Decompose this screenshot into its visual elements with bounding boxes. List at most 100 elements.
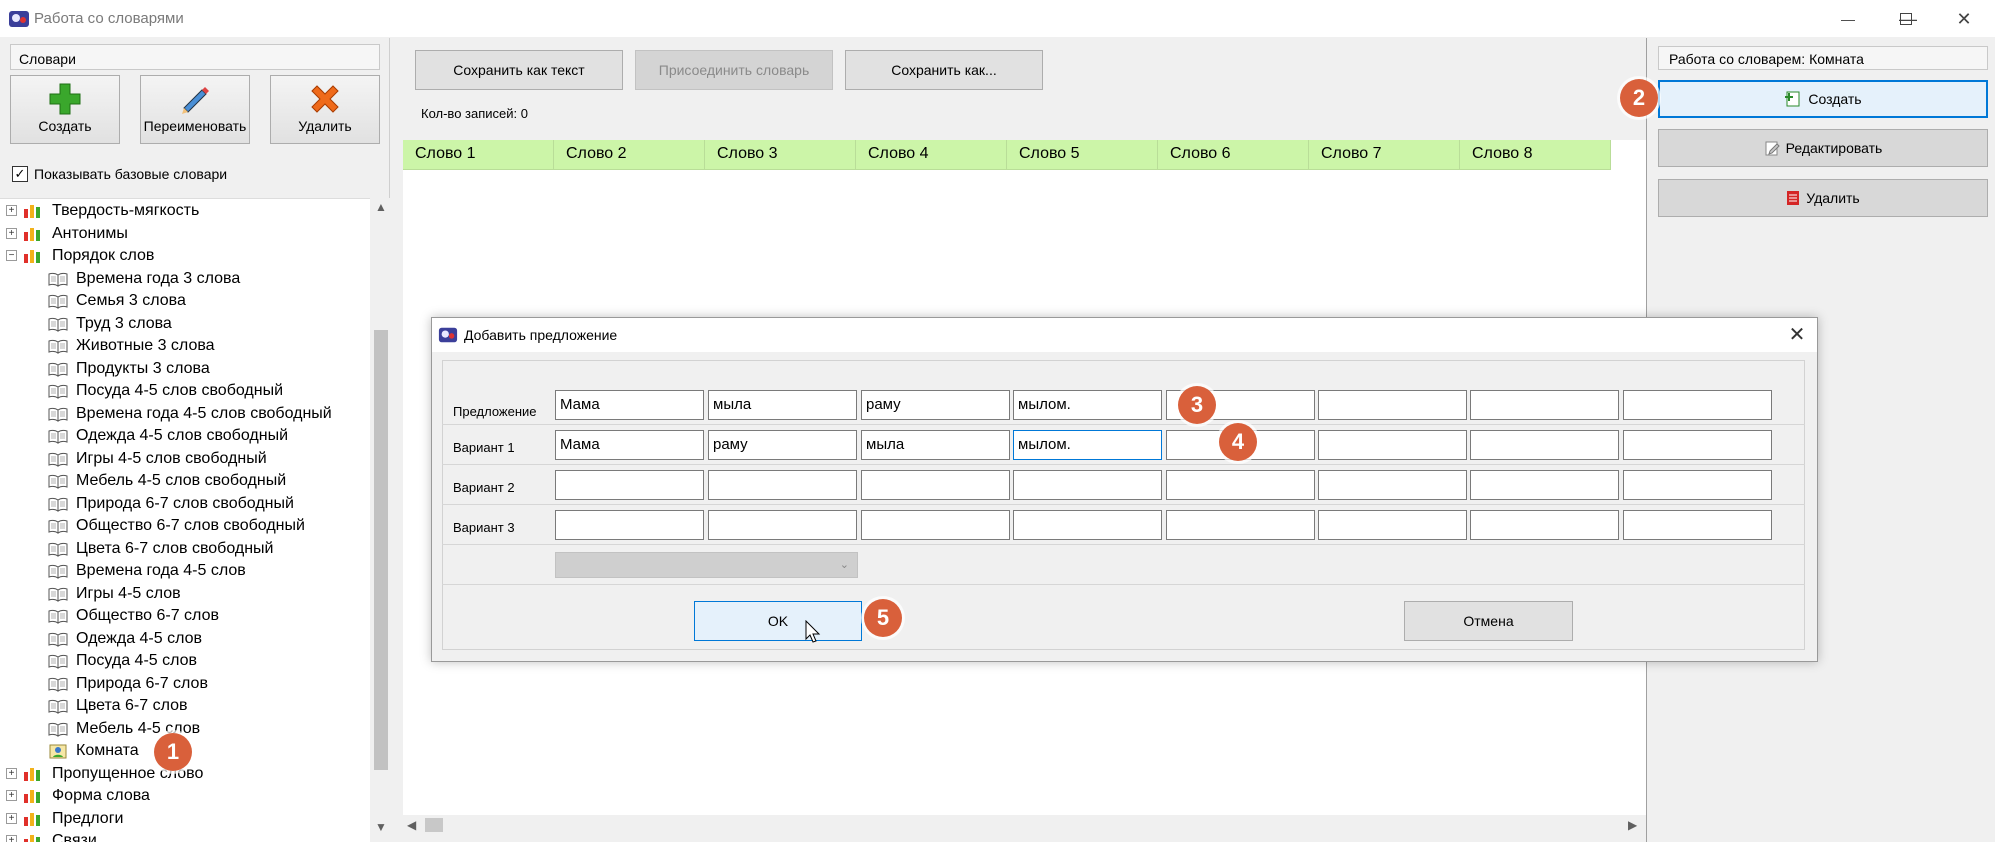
book-icon: [48, 294, 68, 309]
word-input[interactable]: [1470, 510, 1619, 540]
create-sentence-button[interactable]: Создать: [1658, 80, 1988, 118]
book-icon: [48, 632, 68, 647]
word-input[interactable]: [1318, 470, 1467, 500]
column-header[interactable]: Слово 7: [1309, 140, 1460, 170]
rename-dictionary-label: Переименовать: [143, 118, 247, 134]
create-dictionary-button[interactable]: Создать: [10, 75, 120, 144]
tree-scrollbar[interactable]: ▲ ▼: [370, 198, 390, 842]
attach-dictionary-button[interactable]: Присоединить словарь: [635, 50, 833, 90]
word-input[interactable]: [1623, 470, 1772, 500]
expand-icon[interactable]: +: [6, 767, 17, 779]
book-icon: [48, 587, 68, 602]
word-input[interactable]: [1318, 390, 1467, 420]
dictionaries-header: Словари: [10, 44, 380, 70]
show-base-dictionaries-label: Показывать базовые словари: [34, 166, 228, 182]
word-input[interactable]: [555, 510, 704, 540]
column-header[interactable]: Слово 6: [1158, 140, 1309, 170]
column-header[interactable]: Слово 5: [1007, 140, 1158, 170]
word-input[interactable]: мылом.: [1013, 390, 1162, 420]
tree-item-label: Твердость-мягкость: [52, 202, 200, 219]
minimize-icon: —: [1841, 11, 1855, 27]
ok-button[interactable]: OK: [694, 601, 862, 641]
word-input[interactable]: [1470, 430, 1619, 460]
step-marker-1: 1: [154, 733, 192, 771]
word-input[interactable]: [1623, 510, 1772, 540]
scroll-left-icon[interactable]: ◀: [407, 818, 416, 832]
word-input[interactable]: раму: [861, 390, 1010, 420]
window-title: Работа со словарями: [34, 10, 184, 27]
word-input[interactable]: Мама: [555, 390, 704, 420]
word-input[interactable]: [1318, 430, 1467, 460]
edit-sentence-button[interactable]: Редактировать: [1658, 129, 1988, 167]
word-input[interactable]: мыла: [861, 430, 1010, 460]
book-icon: [48, 564, 68, 579]
book-icon: [48, 474, 68, 489]
maximize-button[interactable]: [1878, 4, 1934, 34]
tree-item-label: Форма слова: [52, 787, 150, 804]
delete-dictionary-button[interactable]: Удалить: [270, 75, 380, 144]
close-button[interactable]: ✕: [1936, 4, 1992, 34]
word-input[interactable]: [1166, 510, 1315, 540]
word-input[interactable]: [1623, 390, 1772, 420]
scroll-thumb[interactable]: [374, 330, 388, 770]
rename-dictionary-button[interactable]: Переименовать: [140, 75, 250, 144]
delete-x-icon: [311, 85, 339, 113]
dialog-close-button[interactable]: ✕: [1782, 321, 1812, 349]
minimize-button[interactable]: —: [1820, 4, 1876, 34]
save-as-text-button[interactable]: Сохранить как текст: [415, 50, 623, 90]
book-icon: [48, 654, 68, 669]
word-input[interactable]: раму: [708, 430, 857, 460]
expand-icon[interactable]: +: [6, 227, 17, 239]
save-as-button[interactable]: Сохранить как...: [845, 50, 1043, 90]
expand-icon[interactable]: +: [6, 790, 17, 801]
edit-icon: [1765, 141, 1780, 156]
word-input[interactable]: [1470, 390, 1619, 420]
column-header[interactable]: Слово 3: [705, 140, 856, 170]
word-input[interactable]: [1318, 510, 1467, 540]
tree-item-label: Игры 4-5 слов: [76, 584, 181, 602]
grid-horizontal-scrollbar[interactable]: ◀ ▶: [403, 815, 1648, 835]
current-dictionary-header: Работа со словарем: Комната: [1658, 46, 1988, 70]
tree-item-label: Продукты 3 слова: [76, 359, 210, 377]
expand-icon[interactable]: +: [6, 205, 17, 216]
word-input[interactable]: [861, 470, 1010, 500]
expand-icon[interactable]: +: [6, 835, 17, 842]
scroll-right-icon[interactable]: ▶: [1628, 818, 1637, 832]
word-input[interactable]: [1013, 510, 1162, 540]
show-base-dictionaries-checkbox[interactable]: ✓: [12, 166, 28, 182]
word-input[interactable]: [555, 470, 704, 500]
column-header[interactable]: Слово 8: [1460, 140, 1611, 170]
scroll-up-icon[interactable]: ▲: [375, 200, 387, 214]
tree-item-label: Времена года 3 слова: [76, 269, 241, 287]
book-icon: [48, 699, 68, 714]
column-header[interactable]: Слово 1: [403, 140, 554, 170]
tree-item-label: Общество 6-7 слов: [76, 607, 219, 624]
tree-item-label: Одежда 4-5 слов: [76, 629, 203, 647]
tree-item-label: Антонимы: [52, 224, 128, 242]
expand-icon[interactable]: +: [6, 812, 17, 824]
word-input[interactable]: Мама: [555, 430, 704, 460]
word-input[interactable]: [1623, 430, 1772, 460]
book-icon: [48, 497, 68, 512]
sentence-type-select[interactable]: ⌄: [555, 552, 858, 578]
word-input[interactable]: [1166, 470, 1315, 500]
word-input[interactable]: [1013, 470, 1162, 500]
delete-sentence-button[interactable]: Удалить: [1658, 179, 1988, 217]
collapse-icon[interactable]: −: [6, 250, 17, 261]
column-header[interactable]: Слово 4: [856, 140, 1007, 170]
scroll-thumb[interactable]: [425, 818, 443, 832]
cancel-button[interactable]: Отмена: [1404, 601, 1573, 641]
category-chart-icon: [24, 790, 40, 803]
plus-icon: [49, 83, 81, 115]
column-header[interactable]: Слово 2: [554, 140, 705, 170]
word-input[interactable]: мыла: [708, 390, 857, 420]
scroll-down-icon[interactable]: ▼: [375, 820, 387, 834]
word-input[interactable]: [861, 510, 1010, 540]
tree-item-label: Цвета 6-7 слов свободный: [76, 539, 274, 557]
word-input[interactable]: мылом.: [1013, 430, 1162, 460]
word-input[interactable]: [708, 510, 857, 540]
category-chart-icon: [24, 835, 40, 842]
word-input[interactable]: [1470, 470, 1619, 500]
word-input[interactable]: [708, 470, 857, 500]
row-label: Вариант 3: [453, 520, 515, 535]
